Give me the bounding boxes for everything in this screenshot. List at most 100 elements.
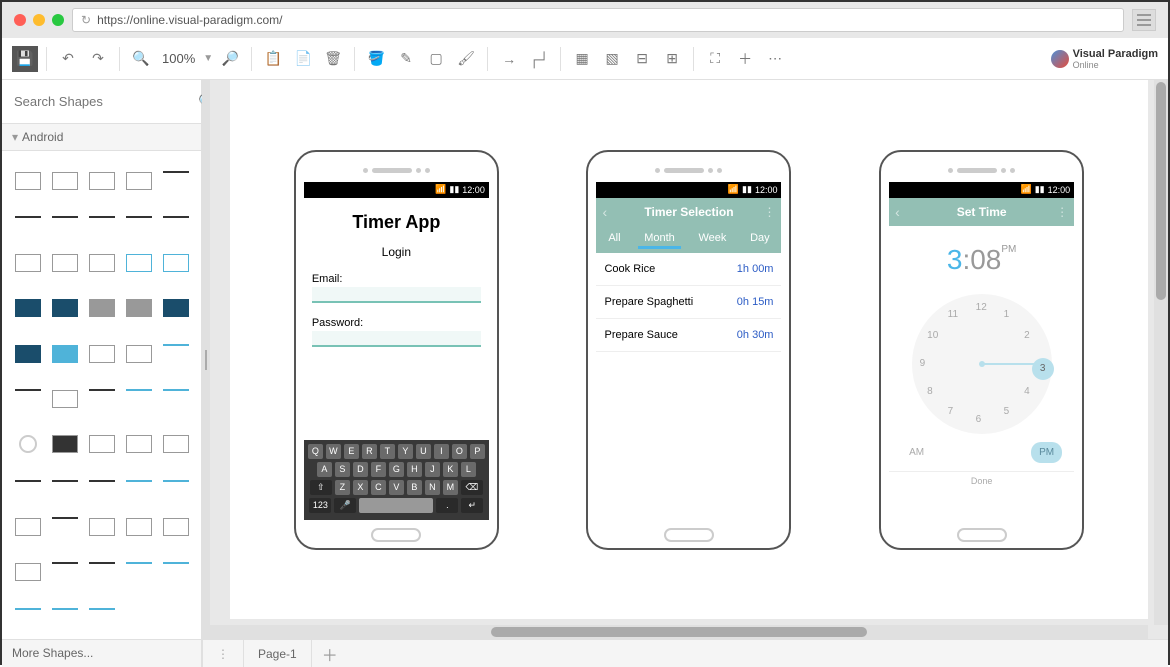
shape-thumbnail[interactable]: [52, 517, 78, 519]
shape-thumbnail[interactable]: [52, 345, 78, 363]
keyboard-key[interactable]: D: [353, 462, 368, 477]
shape-thumbnail[interactable]: [126, 518, 152, 536]
password-input[interactable]: [312, 331, 481, 347]
shape-thumbnail[interactable]: [89, 435, 115, 453]
shape-thumbnail[interactable]: [52, 480, 78, 482]
page-tab-handle[interactable]: ⋮: [202, 640, 244, 667]
overflow-menu-icon[interactable]: ⋮: [1056, 205, 1068, 219]
shape-thumbnail[interactable]: [163, 518, 189, 536]
shape-thumbnail[interactable]: [52, 608, 78, 610]
clock-number-10[interactable]: 10: [927, 330, 938, 341]
keyboard-key[interactable]: 123: [309, 498, 331, 513]
keyboard-key[interactable]: E: [344, 444, 359, 459]
redo-button[interactable]: ↷: [85, 46, 111, 72]
keyboard-key[interactable]: K: [443, 462, 458, 477]
palette-category-android[interactable]: ▾ Android: [2, 123, 201, 151]
shape-thumbnail[interactable]: [52, 299, 78, 317]
clock-number-9[interactable]: 9: [920, 358, 926, 369]
keyboard-key[interactable]: W: [326, 444, 341, 459]
zoom-in-button[interactable]: 🔎: [217, 46, 243, 72]
vertical-scrollbar[interactable]: [1154, 80, 1168, 625]
shape-thumbnail[interactable]: [89, 480, 115, 482]
shape-thumbnail[interactable]: [126, 345, 152, 363]
shape-thumbnail[interactable]: [52, 435, 78, 453]
shape-thumbnail[interactable]: [15, 480, 41, 482]
keyboard-key[interactable]: G: [389, 462, 404, 477]
shape-thumbnail[interactable]: [89, 299, 115, 317]
browser-menu-button[interactable]: [1132, 9, 1156, 31]
shape-thumbnail[interactable]: [126, 172, 152, 190]
delete-button[interactable]: 🗑: [320, 46, 346, 72]
tab-week[interactable]: Week: [692, 230, 732, 249]
shadow-button[interactable]: ▢: [423, 46, 449, 72]
minimize-window-button[interactable]: [33, 14, 45, 26]
selection-tool-button[interactable]: ⛶: [702, 46, 728, 72]
keyboard-key[interactable]: U: [416, 444, 431, 459]
shape-thumbnail[interactable]: [89, 345, 115, 363]
keyboard-key[interactable]: O: [452, 444, 467, 459]
shape-thumbnail[interactable]: [89, 562, 115, 564]
insert-button[interactable]: ＋: [732, 46, 758, 72]
reload-icon[interactable]: ↻: [81, 13, 91, 27]
clock-number-1[interactable]: 1: [1004, 309, 1010, 320]
paste-button[interactable]: 📄: [290, 46, 316, 72]
keyboard-key[interactable]: ↵: [461, 498, 483, 513]
search-shapes-input[interactable]: [10, 88, 194, 115]
keyboard-key[interactable]: .: [436, 498, 458, 513]
canvas-page[interactable]: 📶 ▮▮ 12:00 Timer App Login Email: Passwo…: [230, 80, 1148, 619]
connector-start-button[interactable]: →: [496, 46, 522, 72]
shape-thumbnail[interactable]: [126, 480, 152, 482]
done-button[interactable]: Done: [889, 471, 1074, 490]
sidebar-splitter[interactable]: [202, 80, 210, 639]
keyboard-key[interactable]: F: [371, 462, 386, 477]
zoom-out-button[interactable]: 🔍: [128, 46, 154, 72]
shape-thumbnail[interactable]: [89, 518, 115, 536]
to-back-button[interactable]: ▧: [599, 46, 625, 72]
keyboard-key[interactable]: [359, 498, 433, 513]
clock-number-6[interactable]: 6: [976, 414, 982, 425]
brand-logo[interactable]: Visual Paradigm Online: [1051, 48, 1158, 70]
shape-thumbnail[interactable]: [163, 435, 189, 453]
wireframe-phone-timer-selection[interactable]: 📶 ▮▮ 12:00 ‹ Timer Selection ⋮ AllMonthW…: [586, 150, 791, 550]
shape-thumbnail[interactable]: [126, 389, 152, 391]
url-bar[interactable]: ↻ https://online.visual-paradigm.com/: [72, 8, 1124, 32]
keyboard-key[interactable]: A: [317, 462, 332, 477]
home-button[interactable]: [957, 528, 1007, 542]
shape-thumbnail[interactable]: [163, 171, 189, 173]
pm-button[interactable]: PM: [1031, 442, 1062, 463]
format-painter-button[interactable]: 🖌: [453, 46, 479, 72]
clock-number-11[interactable]: 11: [948, 309, 958, 320]
keyboard-key[interactable]: V: [389, 480, 404, 495]
am-button[interactable]: AM: [901, 442, 932, 463]
keyboard-key[interactable]: P: [470, 444, 485, 459]
clock-number-8[interactable]: 8: [927, 386, 933, 397]
email-input[interactable]: [312, 287, 481, 303]
copy-button[interactable]: 📋: [260, 46, 286, 72]
shape-thumbnail[interactable]: [126, 216, 152, 218]
shape-thumbnail[interactable]: [15, 389, 41, 391]
keyboard-key[interactable]: B: [407, 480, 422, 495]
shape-thumbnail[interactable]: [15, 254, 41, 272]
zoom-dropdown-icon[interactable]: ▼: [203, 53, 213, 64]
shape-thumbnail[interactable]: [126, 435, 152, 453]
horizontal-scrollbar[interactable]: [210, 625, 1148, 639]
more-tools-button[interactable]: ⋯: [762, 46, 788, 72]
keyboard-key[interactable]: Q: [308, 444, 323, 459]
keyboard-key[interactable]: I: [434, 444, 449, 459]
shape-thumbnail[interactable]: [15, 608, 41, 610]
clock-number-12[interactable]: 12: [976, 302, 987, 313]
shape-thumbnail[interactable]: [89, 216, 115, 218]
time-hour[interactable]: 3: [947, 244, 963, 275]
keyboard-key[interactable]: S: [335, 462, 350, 477]
back-icon[interactable]: ‹: [895, 204, 900, 220]
keyboard-key[interactable]: ⇧: [310, 480, 332, 495]
zoom-level[interactable]: 100%: [162, 51, 195, 66]
shape-thumbnail[interactable]: [52, 254, 78, 272]
shape-thumbnail[interactable]: [163, 254, 189, 272]
clock-number-2[interactable]: 2: [1024, 330, 1030, 341]
fill-color-button[interactable]: 🪣: [363, 46, 389, 72]
shape-thumbnail[interactable]: [52, 216, 78, 218]
keyboard-key[interactable]: C: [371, 480, 386, 495]
page-tab-1[interactable]: Page-1: [244, 640, 312, 667]
keyboard-key[interactable]: Y: [398, 444, 413, 459]
